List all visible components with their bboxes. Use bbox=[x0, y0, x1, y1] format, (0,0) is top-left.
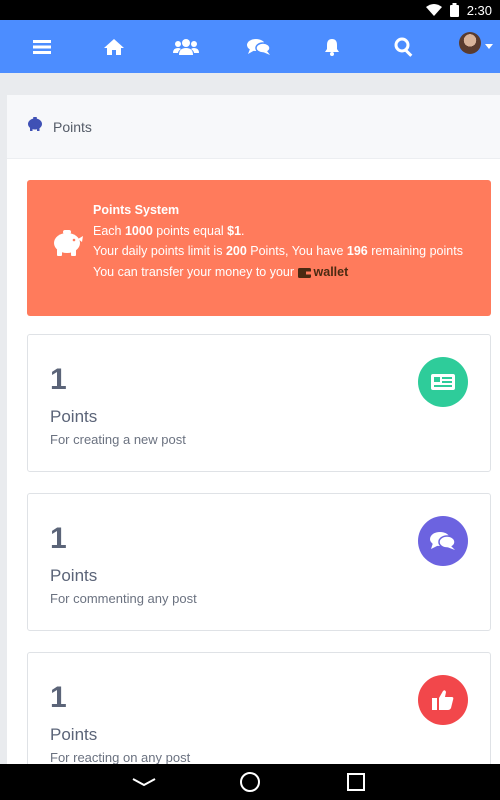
wifi-icon bbox=[425, 4, 442, 16]
comments-icon bbox=[418, 516, 468, 566]
points-label: Points bbox=[50, 725, 98, 744]
system-navigation-bar bbox=[0, 764, 500, 800]
points-label: Points bbox=[50, 407, 98, 426]
main-content: Points Points System Each 1000 points eq… bbox=[0, 73, 500, 764]
points-label: Points bbox=[50, 566, 98, 585]
chat-icon[interactable] bbox=[237, 20, 281, 73]
piggy-bank-icon bbox=[27, 117, 43, 136]
points-description: For reacting on any post bbox=[50, 750, 191, 764]
banner-line-limit: Your daily points limit is 200 Points, Y… bbox=[93, 244, 463, 258]
search-icon[interactable] bbox=[382, 20, 426, 73]
clock: 2:30 bbox=[466, 2, 492, 18]
thumbs-up-icon bbox=[418, 675, 468, 725]
news-icon bbox=[418, 357, 468, 407]
points-card-post: 1 Points For creating a new post bbox=[27, 334, 491, 472]
back-icon[interactable] bbox=[124, 764, 164, 800]
breadcrumb-label: Points bbox=[53, 118, 92, 135]
piggy-bank-icon bbox=[51, 230, 83, 261]
bell-icon[interactable] bbox=[310, 20, 354, 73]
home-circle-icon[interactable] bbox=[230, 764, 270, 800]
wallet-link[interactable]: wallet bbox=[297, 265, 348, 279]
points-value: 1 bbox=[50, 681, 67, 714]
banner-title: Points System bbox=[93, 203, 180, 217]
users-icon[interactable] bbox=[164, 20, 208, 73]
top-navbar bbox=[0, 20, 500, 73]
points-description: For commenting any post bbox=[50, 591, 197, 606]
points-value: 1 bbox=[50, 522, 67, 555]
breadcrumb: Points bbox=[7, 95, 500, 159]
status-bar: 2:30 bbox=[0, 0, 500, 20]
points-description: For creating a new post bbox=[50, 432, 186, 447]
banner-line-wallet: You can transfer your money to your wall… bbox=[93, 262, 473, 285]
wallet-icon bbox=[297, 264, 311, 285]
menu-icon[interactable] bbox=[20, 20, 64, 73]
battery-icon bbox=[449, 3, 459, 17]
avatar[interactable] bbox=[459, 32, 481, 54]
home-icon[interactable] bbox=[92, 20, 136, 73]
points-system-banner: Points System Each 1000 points equal $1.… bbox=[27, 180, 491, 316]
banner-line-rate: Each 1000 points equal $1. bbox=[93, 223, 245, 238]
recents-icon[interactable] bbox=[336, 764, 376, 800]
chevron-down-icon[interactable] bbox=[485, 44, 493, 49]
points-card-reaction: 1 Points For reacting on any post bbox=[27, 652, 491, 764]
points-card-comment: 1 Points For commenting any post bbox=[27, 493, 491, 631]
points-value: 1 bbox=[50, 363, 67, 396]
